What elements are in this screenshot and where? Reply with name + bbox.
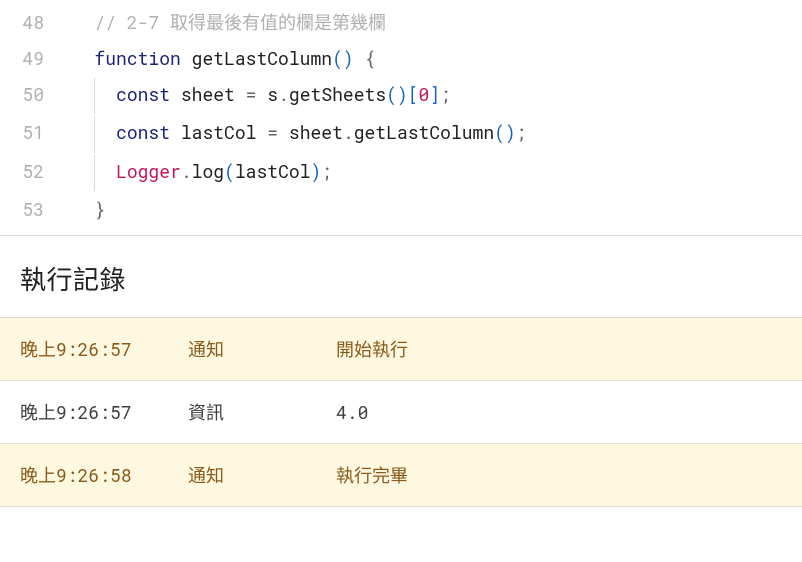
log-row: 晚上9:26:57通知開始執行 — [0, 318, 802, 381]
code-token: . — [278, 82, 289, 106]
code-content[interactable]: Logger.log(lastCol); — [62, 153, 802, 191]
line-number: 50 — [0, 76, 62, 112]
code-line[interactable]: 49 function getLastColumn() { — [0, 40, 802, 76]
code-token: ) — [310, 159, 321, 183]
line-number: 52 — [0, 153, 62, 189]
code-token: = — [267, 120, 278, 144]
code-token: getLastColumn — [192, 46, 332, 70]
code-token — [181, 46, 192, 70]
code-line[interactable]: 51 const lastCol = sheet.getLastColumn()… — [0, 114, 802, 152]
log-message: 4.0 — [336, 400, 782, 424]
log-time: 晚上9:26:57 — [20, 336, 188, 362]
code-token — [354, 46, 365, 70]
log-message: 開始執行 — [336, 336, 782, 362]
code-token: Logger — [116, 159, 181, 183]
code-line[interactable]: 52 Logger.log(lastCol); — [0, 153, 802, 191]
code-content[interactable]: // 2-7 取得最後有值的欄是第幾欄 — [62, 4, 802, 40]
code-line[interactable]: 53 } — [0, 191, 802, 227]
code-token: { — [365, 46, 376, 70]
code-editor[interactable]: 48 // 2-7 取得最後有值的欄是第幾欄49 function getLas… — [0, 0, 802, 236]
code-token: lastCol — [235, 159, 311, 183]
code-token: 0 — [419, 82, 430, 106]
line-number: 53 — [0, 191, 62, 227]
code-token: // 2-7 取得最後有值的欄是第幾欄 — [94, 10, 386, 34]
indent-guide — [94, 78, 95, 114]
code-token — [94, 120, 116, 144]
code-token: () — [494, 120, 516, 144]
log-level: 通知 — [188, 336, 336, 362]
code-token — [62, 10, 94, 34]
line-number: 48 — [0, 4, 62, 40]
code-token — [62, 46, 94, 70]
code-token — [170, 82, 181, 106]
code-token: sheet — [289, 120, 343, 144]
code-token: ( — [224, 159, 235, 183]
line-number: 51 — [0, 114, 62, 150]
code-token: ; — [516, 120, 527, 144]
code-token: () — [332, 46, 354, 70]
log-level: 資訊 — [188, 399, 336, 425]
code-token: ; — [440, 82, 451, 106]
code-token: const — [116, 120, 170, 144]
code-content[interactable]: function getLastColumn() { — [62, 40, 802, 76]
code-token: } — [94, 197, 105, 221]
code-token — [94, 159, 116, 183]
code-content[interactable]: const sheet = s.getSheets()[0]; — [62, 76, 802, 114]
code-token — [235, 82, 246, 106]
code-token: ] — [429, 82, 440, 106]
code-token: sheet — [181, 82, 235, 106]
code-token: = — [246, 82, 257, 106]
code-token — [278, 120, 289, 144]
indent-guide — [94, 155, 95, 191]
code-line[interactable]: 50 const sheet = s.getSheets()[0]; — [0, 76, 802, 114]
code-token: s — [267, 82, 278, 106]
code-token: function — [94, 46, 180, 70]
log-row: 晚上9:26:57資訊4.0 — [0, 381, 802, 444]
execution-log-table: 晚上9:26:57通知開始執行晚上9:26:57資訊4.0晚上9:26:58通知… — [0, 317, 802, 507]
code-token — [256, 82, 267, 106]
code-token: ()[ — [386, 82, 418, 106]
code-token — [62, 197, 94, 221]
execution-log-header: 執行記錄 — [0, 236, 802, 317]
code-token: log — [192, 159, 224, 183]
log-message: 執行完畢 — [336, 462, 782, 488]
code-token: getLastColumn — [354, 120, 494, 144]
code-token — [170, 120, 181, 144]
code-token — [256, 120, 267, 144]
code-token: const — [116, 82, 170, 106]
code-content[interactable]: } — [62, 191, 802, 227]
log-time: 晚上9:26:57 — [20, 399, 188, 425]
log-time: 晚上9:26:58 — [20, 462, 188, 488]
code-line[interactable]: 48 // 2-7 取得最後有值的欄是第幾欄 — [0, 4, 802, 40]
log-row: 晚上9:26:58通知執行完畢 — [0, 444, 802, 507]
code-token — [94, 82, 116, 106]
line-number: 49 — [0, 40, 62, 76]
code-content[interactable]: const lastCol = sheet.getLastColumn(); — [62, 114, 802, 152]
code-token: ; — [321, 159, 332, 183]
code-token: . — [343, 120, 354, 144]
code-token: . — [181, 159, 192, 183]
code-token: lastCol — [181, 120, 257, 144]
log-level: 通知 — [188, 462, 336, 488]
code-token: getSheets — [289, 82, 386, 106]
indent-guide — [94, 117, 95, 153]
